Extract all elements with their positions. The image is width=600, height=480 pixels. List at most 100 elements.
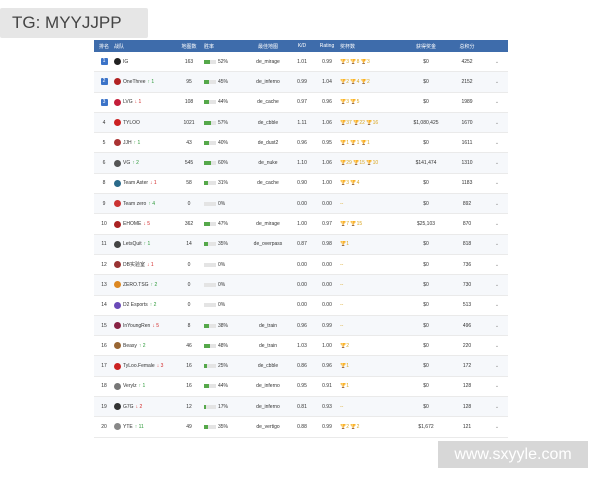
points-value: 220 <box>462 342 472 349</box>
maps-count: 95 <box>186 78 192 85</box>
expand-chevron-icon[interactable]: ⌄ <box>486 120 508 126</box>
table-row[interactable]: 14 D2 Esports ↑ 2 0 0% 0.00 0.00 -- $0 513 ⌄ <box>94 296 508 316</box>
table-row[interactable]: 15 InYoungRen ↓ 5 8 38% de_train 0.96 0.99 -- $0 4… <box>94 315 508 337</box>
expand-chevron-icon[interactable]: ⌄ <box>486 99 508 105</box>
team-name[interactable]: OneThree <box>123 79 146 85</box>
team-cell[interactable]: Beasy ↑ 2 <box>114 342 174 350</box>
team-cell[interactable]: InYoungRen ↓ 5 <box>114 322 174 329</box>
expand-chevron-icon[interactable]: ⌄ <box>486 302 508 308</box>
team-cell[interactable]: Verylz ↑ 1 <box>114 382 174 390</box>
team-name[interactable]: IG <box>123 59 128 65</box>
team-cell[interactable]: D2 Esports ↑ 2 <box>114 301 174 309</box>
team-name[interactable]: ZERO.TSG <box>123 282 149 288</box>
team-name[interactable]: DB实验室 <box>123 261 145 268</box>
expand-chevron-icon[interactable]: ⌄ <box>486 140 508 146</box>
table-row[interactable]: 17 TyLoo.Female ↓ 3 16 25% de_cbble 0.86 0.96 🏆1… <box>94 356 508 377</box>
table-row[interactable]: 2 OneThree ↑ 1 95 45% de_inferno 0.99 1.04 🏆2 🏆4… <box>94 72 508 93</box>
best-map: de_cache <box>257 99 279 106</box>
team-name[interactable]: LVG <box>123 99 133 105</box>
team-cell[interactable]: TYLOO <box>114 119 174 127</box>
team-cell[interactable]: VG ↑ 2 <box>114 159 174 167</box>
table-row[interactable]: 3 LVG ↓ 1 108 44% de_cache 0.97 0.96 🏆3 🏆5 $0 1989… <box>94 93 508 113</box>
expand-chevron-icon[interactable]: ⌄ <box>486 262 508 268</box>
expand-chevron-icon[interactable]: ⌄ <box>486 383 508 389</box>
team-cell[interactable]: EHOME ↓ 5 <box>114 220 174 228</box>
expand-chevron-icon[interactable]: ⌄ <box>486 221 508 227</box>
header-best-map[interactable]: 最佳地图 <box>246 43 290 50</box>
header-rank[interactable]: 排名 <box>94 43 114 50</box>
team-name[interactable]: Team Aster <box>123 180 148 186</box>
expand-chevron-icon[interactable]: ⌄ <box>486 404 508 410</box>
team-cell[interactable]: G7G ↓ 2 <box>114 403 174 411</box>
header-maps[interactable]: 地图数 <box>174 43 204 50</box>
team-cell[interactable]: YTE ↑ 11 <box>114 423 174 431</box>
table-row[interactable]: 1 IG 163 52% de_mirage 1.01 0.99 🏆3 🏆8 🏆3 $0 4252… <box>94 52 508 73</box>
expand-chevron-icon[interactable]: ⌄ <box>486 201 508 207</box>
team-name[interactable]: Beasy <box>123 343 137 349</box>
expand-chevron-icon[interactable]: ⌄ <box>486 241 508 247</box>
team-cell[interactable]: OneThree ↑ 1 <box>114 78 174 86</box>
header-team[interactable]: 战队 <box>114 43 174 50</box>
team-name[interactable]: LetsQuit <box>123 241 142 247</box>
expand-chevron-icon[interactable]: ⌄ <box>486 363 508 369</box>
team-logo-icon <box>114 261 121 269</box>
team-cell[interactable]: JJH ↑ 1 <box>114 139 174 147</box>
team-name[interactable]: Verylz <box>123 383 137 389</box>
table-row[interactable]: 9 Team zero ↑ 4 0 0% 0.00 0.00 -- $0 892 ⌄ <box>94 194 508 215</box>
table-row[interactable]: 16 Beasy ↑ 2 46 48% de_train 1.03 1.00 🏆2 $0 220 ⌄ <box>94 336 508 357</box>
team-cell[interactable]: Team zero ↑ 4 <box>114 200 174 208</box>
team-cell[interactable]: LetsQuit ↑ 1 <box>114 240 174 248</box>
team-name[interactable]: D2 Esports <box>123 302 148 308</box>
rank-cell: 17 <box>94 363 114 369</box>
team-cell[interactable]: IG <box>114 58 174 66</box>
expand-chevron-icon[interactable]: ⌄ <box>486 323 508 329</box>
table-row[interactable]: 10 EHOME ↓ 5 362 47% de_mirage 1.00 0.97 🏆7 🏆15 $… <box>94 214 508 235</box>
team-name[interactable]: InYoungRen <box>123 323 150 329</box>
table-row[interactable]: 8 Team Aster ↓ 1 58 31% de_cache 0.90 1.00 🏆3 🏆4… <box>94 174 508 195</box>
header-kd[interactable]: K/D <box>290 43 314 49</box>
team-cell[interactable]: DB实验室 ↓ 1 <box>114 261 174 269</box>
team-name[interactable]: Team zero <box>123 201 146 207</box>
team-name[interactable]: YTE <box>123 424 133 430</box>
team-name[interactable]: VG <box>123 160 130 166</box>
expand-chevron-icon[interactable]: ⌄ <box>486 79 508 85</box>
expand-chevron-icon[interactable]: ⌄ <box>486 343 508 349</box>
table-row[interactable]: 13 ZERO.TSG ↑ 2 0 0% 0.00 0.00 -- $0 730 ⌄ <box>94 275 508 296</box>
team-cell[interactable]: TyLoo.Female ↓ 3 <box>114 362 174 370</box>
team-cell[interactable]: ZERO.TSG ↑ 2 <box>114 281 174 289</box>
rank-cell: 2 <box>94 78 114 86</box>
winrate-cell: 47% <box>204 221 246 227</box>
winrate-value: 17% <box>218 403 229 410</box>
header-winrate[interactable]: 胜率 <box>204 43 246 50</box>
table-row[interactable]: 18 Verylz ↑ 1 16 44% de_inferno 0.95 0.91 🏆1 $0 12… <box>94 377 508 398</box>
table-row[interactable]: 6 VG ↑ 2 545 60% de_nuke 1.10 1.06 🏆29 🏆15 🏆10 $1… <box>94 153 508 174</box>
points-value: 870 <box>462 221 472 228</box>
team-logo-icon <box>114 423 121 431</box>
table-row[interactable]: 12 DB实验室 ↓ 1 0 0% 0.00 0.00 -- $0 736 ⌄ <box>94 255 508 276</box>
winrate-bar <box>204 59 216 64</box>
team-name[interactable]: TyLoo.Female <box>123 363 155 369</box>
team-name[interactable]: EHOME <box>123 221 141 227</box>
header-points[interactable]: 总积分 <box>448 43 486 50</box>
expand-chevron-icon[interactable]: ⌄ <box>486 424 508 430</box>
header-rating[interactable]: Rating <box>314 43 340 49</box>
header-prize[interactable]: 获得奖金 <box>404 43 448 50</box>
rating-value: 0.97 <box>322 221 332 228</box>
best-map: de_train <box>258 342 278 349</box>
header-trophies[interactable]: 奖杯数 <box>340 43 404 50</box>
table-row[interactable]: 4 TYLOO 1021 57% de_cbble 1.11 1.06 🏆37 🏆22 🏆16… <box>94 112 508 134</box>
table-row[interactable]: 5 JJH ↑ 1 43 40% de_dust2 0.96 0.95 🏆1 🏆1 🏆1 $0 16… <box>94 133 508 154</box>
winrate-cell: 40% <box>204 140 246 146</box>
expand-chevron-icon[interactable]: ⌄ <box>486 282 508 288</box>
team-name[interactable]: JJH <box>123 140 132 146</box>
table-row[interactable]: 19 G7G ↓ 2 12 17% de_inferno 0.81 0.93 -- $0 128 ⌄ <box>94 397 508 418</box>
team-cell[interactable]: Team Aster ↓ 1 <box>114 179 174 187</box>
team-name[interactable]: G7G <box>123 404 134 410</box>
table-row[interactable]: 20 YTE ↑ 11 49 35% de_vertigo 0.88 0.99 🏆2 🏆2 $1,… <box>94 417 508 438</box>
team-name[interactable]: TYLOO <box>123 120 140 126</box>
expand-chevron-icon[interactable]: ⌄ <box>486 180 508 186</box>
team-cell[interactable]: LVG ↓ 1 <box>114 98 174 106</box>
expand-chevron-icon[interactable]: ⌄ <box>486 160 508 166</box>
table-row[interactable]: 11 LetsQuit ↑ 1 14 35% de_overpass 0.87 0.98 🏆1 $… <box>94 234 508 255</box>
expand-chevron-icon[interactable]: ⌄ <box>486 59 508 65</box>
